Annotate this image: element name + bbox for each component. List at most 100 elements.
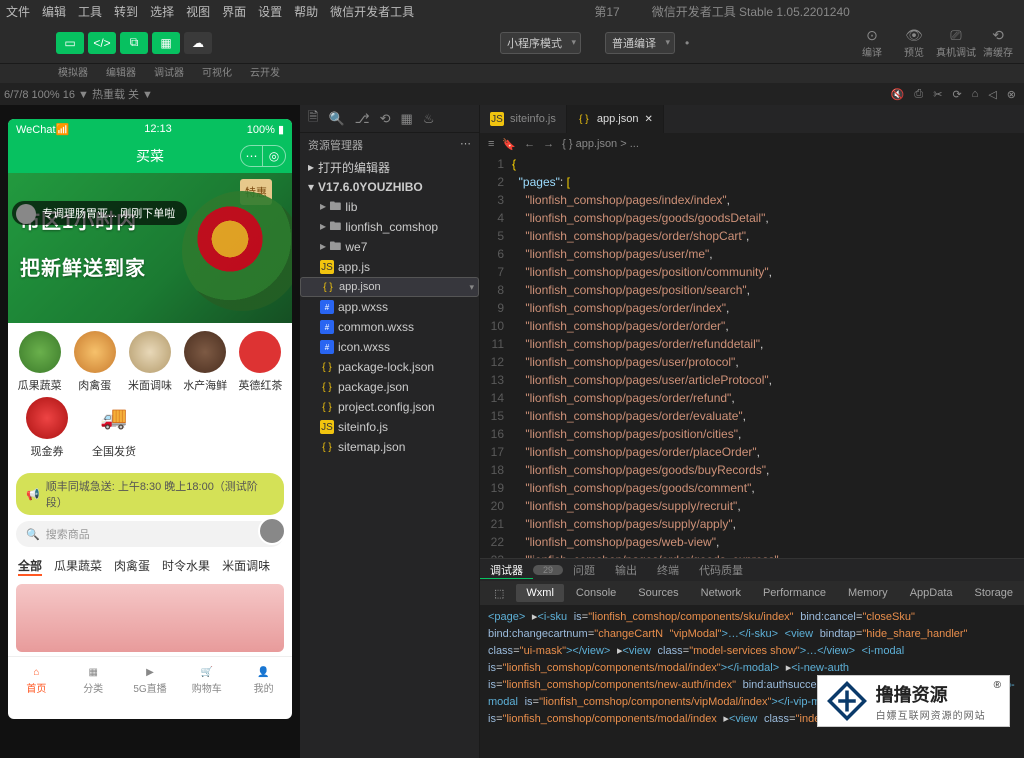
product-card[interactable] xyxy=(16,584,284,652)
compile-select[interactable]: 普通编译 xyxy=(605,32,675,54)
cat-rice[interactable]: 米面调味 xyxy=(124,331,175,393)
print-icon[interactable]: ⎙ xyxy=(914,88,923,101)
tab-performance[interactable]: Performance xyxy=(753,584,836,602)
tab-all[interactable]: 全部 xyxy=(18,557,42,576)
menu-settings[interactable]: 设置 xyxy=(258,3,282,20)
label-cloud: 云开发 xyxy=(250,64,280,79)
close-icon[interactable]: ⊗ xyxy=(1007,88,1016,101)
cut-icon[interactable]: ✂ xyxy=(933,88,942,101)
more-icon[interactable]: ⋯ xyxy=(241,146,263,166)
menu-tool[interactable]: 工具 xyxy=(78,3,102,20)
list-icon[interactable]: ≡ xyxy=(488,138,494,151)
zoom-info[interactable]: 6/7/8 100% 16 ▼ 热重载 关 ▼ xyxy=(4,86,153,102)
tab-category[interactable]: ▦分类 xyxy=(65,657,122,704)
cloud-icon[interactable]: ☁ xyxy=(184,32,212,54)
file-icon-wxss[interactable]: #icon.wxss xyxy=(300,337,479,357)
cat-shipping[interactable]: 🚚全国发货 xyxy=(92,397,136,459)
menu-interface[interactable]: 界面 xyxy=(222,3,246,20)
hero-banner[interactable]: 特惠 市区1小时内 把新鲜送到家 xyxy=(8,173,292,323)
cat-veg[interactable]: 瓜果蔬菜 xyxy=(14,331,65,393)
close-icon[interactable]: ✕ xyxy=(644,114,652,125)
breadcrumb[interactable]: { } app.json > ... xyxy=(562,138,639,150)
folder-lionfish[interactable]: ▸ 🖿 lionfish_comshop xyxy=(300,217,479,237)
inspect-icon[interactable]: ⬚ xyxy=(484,584,514,603)
tab-home[interactable]: ⌂首页 xyxy=(8,657,65,704)
file-app-json[interactable]: { }app.json xyxy=(300,277,479,297)
sync-icon[interactable]: ⟲ xyxy=(380,111,391,127)
tab-quality[interactable]: 代码质量 xyxy=(689,562,753,578)
branch-icon[interactable]: ⎇ xyxy=(355,111,370,127)
menu-edit[interactable]: 编辑 xyxy=(42,3,66,20)
menu-help[interactable]: 帮助 xyxy=(294,3,318,20)
menu-select[interactable]: 选择 xyxy=(150,3,174,20)
tab-rice[interactable]: 米面调味 xyxy=(222,557,270,576)
tab-debugger[interactable]: 调试器 xyxy=(480,562,533,579)
tab-fruit[interactable]: 时令水果 xyxy=(162,557,210,576)
grid-icon[interactable]: ▦ xyxy=(152,32,180,54)
tab-terminal[interactable]: 终端 xyxy=(647,562,689,578)
file-common-wxss[interactable]: #common.wxss xyxy=(300,317,479,337)
bookmark-icon[interactable]: 🔖 xyxy=(502,138,516,151)
tab-problems[interactable]: 问题 xyxy=(563,562,605,578)
cat-coupon[interactable]: 现金券 xyxy=(26,397,68,459)
ext-icon[interactable]: ▦ xyxy=(401,111,413,127)
tab-me[interactable]: 👤我的 xyxy=(235,657,292,704)
preview-button[interactable]: 👁预览 xyxy=(894,24,934,62)
menu-goto[interactable]: 转到 xyxy=(114,3,138,20)
compile-button[interactable]: ⊙编译 xyxy=(852,24,892,62)
tab-sources[interactable]: Sources xyxy=(628,584,688,602)
cat-meat[interactable]: 肉禽蛋 xyxy=(69,331,120,393)
file-package-json[interactable]: { }package.json xyxy=(300,377,479,397)
folder-we7[interactable]: ▸ 🖿 we7 xyxy=(300,237,479,257)
clear-cache-button[interactable]: ⟲清缓存 xyxy=(978,24,1018,62)
tab-storage[interactable]: Storage xyxy=(965,584,1024,602)
file-project-config-json[interactable]: { }project.config.json xyxy=(300,397,479,417)
code-icon[interactable]: </> xyxy=(88,32,116,54)
menu-file[interactable]: 文件 xyxy=(6,3,30,20)
home-icon[interactable]: ⌂ xyxy=(972,88,979,101)
mute-icon[interactable]: 🔇 xyxy=(891,88,905,101)
folder-lib[interactable]: ▸ 🖿 lib xyxy=(300,197,479,217)
tree-root[interactable]: ▾ V17.6.0YOUZHIBO xyxy=(300,177,479,197)
device-icon[interactable]: ▭ xyxy=(56,32,84,54)
arrow-right-icon[interactable]: → xyxy=(543,138,554,151)
tab-siteinfo[interactable]: JSsiteinfo.js xyxy=(480,105,567,133)
search-input[interactable]: 🔍搜索商品 xyxy=(16,521,284,547)
fire-icon[interactable]: ♨ xyxy=(423,111,435,127)
file-sitemap-json[interactable]: { }sitemap.json xyxy=(300,437,479,457)
remote-debug-button[interactable]: ⎚真机调试 xyxy=(936,24,976,62)
target-icon[interactable]: ◎ xyxy=(263,146,285,166)
tab-appjson[interactable]: { }app.json✕ xyxy=(567,105,664,133)
tab-cart[interactable]: 🛒购物车 xyxy=(178,657,235,704)
more-icon[interactable]: ⋯ xyxy=(460,137,471,153)
file-app-wxss[interactable]: #app.wxss xyxy=(300,297,479,317)
file-siteinfo-js[interactable]: JSsiteinfo.js xyxy=(300,417,479,437)
files-icon[interactable]: 🗎 xyxy=(308,108,318,130)
tab-live[interactable]: ▶5G直播 xyxy=(122,657,179,704)
capsule[interactable]: ⋯◎ xyxy=(240,145,286,167)
cat-seafood[interactable]: 水产海鲜 xyxy=(180,331,231,393)
menu-devtools[interactable]: 微信开发者工具 xyxy=(330,3,414,20)
tab-appdata[interactable]: AppData xyxy=(900,584,963,602)
tab-wxml[interactable]: Wxml xyxy=(516,584,564,602)
tab-veg[interactable]: 瓜果蔬菜 xyxy=(54,557,102,576)
file-app-js[interactable]: JSapp.js xyxy=(300,257,479,277)
tab-console[interactable]: Console xyxy=(566,584,626,602)
notice-bar[interactable]: 📢顺丰同城急送: 上午8:30 晚上18:00（测试阶段） xyxy=(16,473,284,515)
tab-memory[interactable]: Memory xyxy=(838,584,898,602)
tab-network[interactable]: Network xyxy=(691,584,751,602)
menu-view[interactable]: 视图 xyxy=(186,3,210,20)
mode-select[interactable]: 小程序模式 xyxy=(500,32,581,54)
tab-output[interactable]: 输出 xyxy=(605,562,647,578)
cat-tea[interactable]: 英德红茶 xyxy=(235,331,286,393)
back-icon[interactable]: ◁ xyxy=(988,88,996,101)
debug-icon[interactable]: ⧉ xyxy=(120,32,148,54)
rotate-icon[interactable]: ⟳ xyxy=(952,88,961,101)
search-icon[interactable]: 🔍 xyxy=(328,111,344,127)
open-editors[interactable]: ▸ 打开的编辑器 xyxy=(300,157,479,177)
arrow-left-icon[interactable]: ← xyxy=(524,138,535,151)
service-avatar[interactable] xyxy=(258,517,286,545)
tab-meat[interactable]: 肉禽蛋 xyxy=(114,557,150,576)
code-area[interactable]: 123456789101112131415161718192021222324 … xyxy=(480,155,1024,558)
file-package-lock-json[interactable]: { }package-lock.json xyxy=(300,357,479,377)
